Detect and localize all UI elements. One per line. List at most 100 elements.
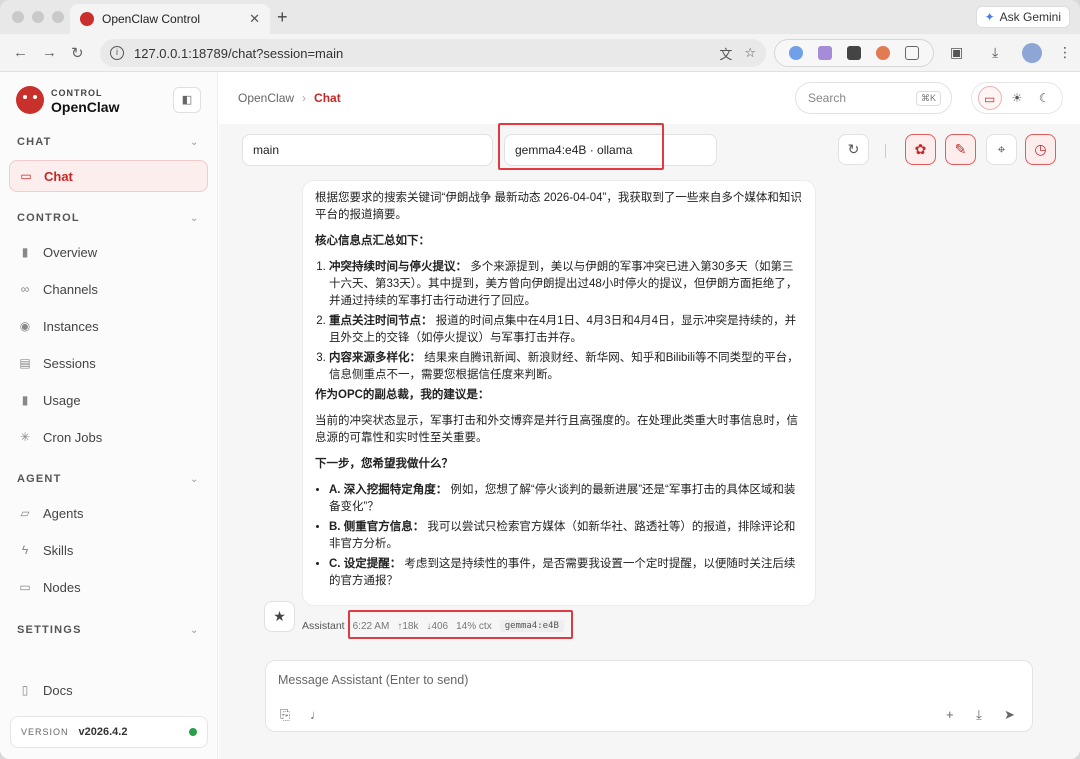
- sidebar-item-label: Cron Jobs: [43, 429, 103, 445]
- sidebar-item-sessions[interactable]: ▤ Sessions: [9, 347, 208, 379]
- extension-dark-icon[interactable]: [846, 46, 861, 60]
- book-icon: ▯: [21, 683, 29, 697]
- ask-gemini-button[interactable]: ✦ Ask Gemini: [975, 6, 1070, 28]
- sidebar-item-chat[interactable]: ▭ Chat: [9, 160, 208, 192]
- brain-icon[interactable]: ✿: [905, 134, 936, 165]
- list-item-title: 重点关注时间节点：: [329, 315, 433, 327]
- back-arrow-icon[interactable]: ←: [13, 44, 28, 61]
- cast-search-icon[interactable]: ▣: [950, 44, 963, 61]
- sidebar-item-agents[interactable]: ▱ Agents: [9, 497, 208, 529]
- list-item-title: 内容来源多样化：: [329, 352, 421, 364]
- model-badge: gemma4:e4B: [499, 620, 564, 632]
- next-heading: 下一步，您希望我做什么？: [315, 458, 453, 470]
- maximize-window-button[interactable]: [52, 11, 64, 23]
- document-icon: ▤: [19, 356, 31, 370]
- focus-icon[interactable]: ⌖: [986, 134, 1017, 165]
- sidebar-item-instances[interactable]: ◉ Instances: [9, 310, 208, 342]
- context-usage: 14% ctx: [456, 620, 492, 632]
- attach-paperclip-icon[interactable]: ⎘: [280, 707, 290, 723]
- moon-icon[interactable]: ☾: [1032, 86, 1056, 110]
- sidebar-item-overview[interactable]: ▮ Overview: [9, 236, 208, 268]
- section-control-heading: CONTROL: [17, 212, 80, 224]
- send-icon[interactable]: ➤: [1004, 707, 1015, 723]
- link-icon: ∞: [20, 282, 30, 296]
- site-info-icon[interactable]: i: [110, 46, 124, 60]
- sidebar-item-label: Overview: [43, 244, 98, 260]
- bookmark-star-icon[interactable]: ☆: [744, 45, 756, 61]
- chat-main: main gemma4:e4B · ollama ↻ ✿ ✎ ⌖ ◷ 根据您要求…: [219, 123, 1080, 759]
- chevron-down-icon[interactable]: ⌄: [190, 213, 198, 224]
- tab-title: OpenClaw Control: [102, 12, 201, 26]
- new-tab-button[interactable]: +: [277, 7, 288, 28]
- session-select[interactable]: main: [242, 134, 493, 166]
- brand-title: OpenClaw: [51, 99, 120, 115]
- profile-avatar[interactable]: [1022, 43, 1042, 63]
- openclaw-favicon-icon: [80, 12, 94, 26]
- list-item: B. 侧重官方信息： 我可以尝试只检索官方媒体（如新华社、路透社等）的报道，排除…: [329, 519, 803, 553]
- sidebar-item-cron-jobs[interactable]: ✳ Cron Jobs: [9, 421, 208, 453]
- theme-switch: ▭ ☀ ☾: [971, 82, 1063, 114]
- plus-icon[interactable]: +: [946, 707, 954, 722]
- reload-icon[interactable]: ↻: [71, 44, 84, 62]
- status-online-dot: [189, 728, 197, 736]
- breadcrumb: OpenClaw › Chat: [238, 91, 341, 105]
- sidebar-item-skills[interactable]: ϟ Skills: [9, 534, 208, 566]
- forward-arrow-icon[interactable]: →: [42, 44, 57, 61]
- sidebar-item-nodes[interactable]: ▭ Nodes: [9, 571, 208, 603]
- section-settings-heading: SETTINGS: [17, 624, 82, 636]
- url-text[interactable]: 127.0.0.1:18789/chat?session=main: [134, 46, 707, 61]
- star-icon[interactable]: ★: [264, 601, 295, 632]
- tab-close-icon[interactable]: ✕: [249, 11, 260, 27]
- wrench-icon[interactable]: ✎: [945, 134, 976, 165]
- extensions-puzzle-icon[interactable]: [905, 46, 920, 60]
- menu-kebab-icon[interactable]: ⋮: [1058, 44, 1072, 61]
- browser-window: OpenClaw Control ✕ + ✦ Ask Gemini ← → ↻ …: [0, 0, 1080, 759]
- list-item-title: 冲突持续时间与停火提议：: [329, 261, 467, 273]
- clock-icon[interactable]: ◷: [1025, 134, 1056, 165]
- chevron-down-icon[interactable]: ⌄: [190, 625, 198, 636]
- loader-icon: ✳: [19, 430, 31, 444]
- composer-placeholder: Message Assistant (Enter to send): [278, 673, 469, 687]
- collapse-sidebar-button[interactable]: ◧: [173, 87, 201, 113]
- browser-tab[interactable]: OpenClaw Control ✕: [70, 4, 270, 34]
- section-agent-heading: AGENT: [17, 473, 62, 485]
- openclaw-logo-icon: [16, 86, 44, 114]
- assistant-message: 根据您要求的搜索关键词“伊朗战争 最新动态 2026-04-04”，我获取到了一…: [302, 180, 816, 606]
- message-composer[interactable]: Message Assistant (Enter to send) ⎘ ♩ + …: [265, 660, 1033, 732]
- folder-icon: ▱: [20, 506, 30, 520]
- sidebar-item-usage[interactable]: ▮ Usage: [9, 384, 208, 416]
- translate-icon[interactable]: 文: [719, 44, 732, 63]
- sidebar-item-channels[interactable]: ∞ Channels: [9, 273, 208, 305]
- version-badge: VERSION v2026.4.2: [10, 716, 208, 748]
- message-time: 6:22 AM: [352, 620, 390, 632]
- model-select[interactable]: gemma4:e4B · ollama: [504, 134, 717, 166]
- version-value: v2026.4.2: [78, 726, 128, 738]
- list-item: 冲突持续时间与停火提议： 多个来源提到，美以与伊朗的军事冲突已进入第30多天（如…: [329, 259, 803, 310]
- sun-icon[interactable]: ☀: [1005, 86, 1029, 110]
- page-header: OpenClaw › Chat Search ⌘K ▭ ☀ ☾: [219, 72, 1080, 124]
- list-item: 内容来源多样化： 结果来自腾讯新闻、新浪财经、新华网、知乎和Bilibili等不…: [329, 350, 803, 384]
- sidebar-item-docs[interactable]: ▯ Docs: [9, 674, 208, 706]
- chevron-down-icon[interactable]: ⌄: [190, 137, 198, 148]
- minimize-window-button[interactable]: [32, 11, 44, 23]
- download-icon[interactable]: ⤓: [976, 707, 982, 723]
- sidebar-item-label: Instances: [43, 318, 99, 334]
- microphone-icon[interactable]: ♩: [310, 707, 323, 722]
- tokens-in: ↑18k: [397, 620, 419, 632]
- close-window-button[interactable]: [12, 11, 24, 23]
- search-input[interactable]: Search ⌘K: [795, 82, 952, 114]
- toolbar-divider: [885, 144, 886, 158]
- sidebar-item-label: Sessions: [43, 355, 96, 371]
- extension-chrome-icon[interactable]: [788, 46, 803, 60]
- extension-gem-icon[interactable]: [817, 46, 832, 60]
- download-icon[interactable]: ⤓: [992, 44, 998, 61]
- refresh-button[interactable]: ↻: [838, 134, 869, 165]
- breadcrumb-current: Chat: [314, 91, 341, 105]
- extension-burst-icon[interactable]: [876, 46, 891, 60]
- breadcrumb-root[interactable]: OpenClaw: [238, 91, 294, 105]
- browser-toolbar: ← → ↻ i 127.0.0.1:18789/chat?session=mai…: [0, 34, 1080, 72]
- chevron-down-icon[interactable]: ⌄: [190, 474, 198, 485]
- monitor-theme-icon[interactable]: ▭: [977, 86, 1002, 110]
- search-placeholder: Search: [808, 91, 847, 105]
- address-bar[interactable]: i 127.0.0.1:18789/chat?session=main 文 ☆: [100, 39, 766, 67]
